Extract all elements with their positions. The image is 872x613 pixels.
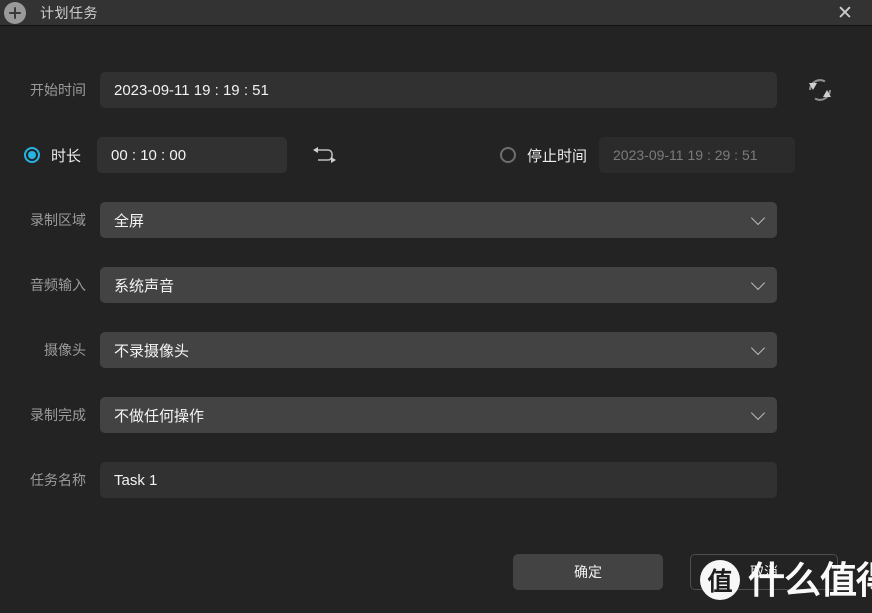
refresh-icon[interactable] <box>805 75 835 105</box>
audio-input-select[interactable]: 系统声音 <box>100 267 777 303</box>
plus-circle-icon[interactable] <box>4 1 26 24</box>
record-area-value: 全屏 <box>114 212 145 230</box>
after-record-label: 录制完成 <box>30 407 86 423</box>
stop-time-group: 停止时间 2023-09-11 19 : 29 : 51 <box>500 137 796 173</box>
duration-label: 时长 <box>51 147 82 165</box>
stop-time-label: 停止时间 <box>527 147 588 165</box>
record-area-select[interactable]: 全屏 <box>100 202 777 238</box>
camera-value: 不录摄像头 <box>114 342 190 360</box>
refresh-icon-svg <box>809 79 831 101</box>
title-bar: 计划任务 ✕ <box>0 0 872 26</box>
chevron-down-icon <box>750 405 766 421</box>
loop-icon-svg <box>313 147 337 163</box>
confirm-button[interactable]: 确定 <box>513 554 663 590</box>
audio-input-value: 系统声音 <box>114 277 175 295</box>
camera-row: 摄像头 不录摄像头 <box>0 332 872 368</box>
record-area-label: 录制区域 <box>30 212 86 228</box>
chevron-down-icon <box>750 340 766 356</box>
start-time-label: 开始时间 <box>30 82 86 98</box>
cancel-button[interactable]: 取消 <box>690 554 838 590</box>
after-record-select[interactable]: 不做任何操作 <box>100 397 777 433</box>
close-icon[interactable]: ✕ <box>828 0 862 26</box>
camera-select[interactable]: 不录摄像头 <box>100 332 777 368</box>
task-name-label: 任务名称 <box>30 472 86 488</box>
audio-input-label: 音频输入 <box>30 277 86 293</box>
task-name-input[interactable]: Task 1 <box>100 462 777 498</box>
duration-input[interactable]: 00 : 10 : 00 <box>97 137 288 173</box>
duration-radio[interactable] <box>24 147 40 163</box>
chevron-down-icon <box>750 210 766 226</box>
chevron-down-icon <box>750 275 766 291</box>
record-area-row: 录制区域 全屏 <box>0 202 872 238</box>
duration-row: 时长 00 : 10 : 00 停止时间 2023-09-11 19 : 29 … <box>0 137 872 173</box>
start-time-row: 开始时间 2023-09-11 19 : 19 : 51 <box>0 72 872 108</box>
start-time-input[interactable]: 2023-09-11 19 : 19 : 51 <box>100 72 777 108</box>
window-title: 计划任务 <box>40 4 98 21</box>
loop-icon[interactable] <box>309 143 339 167</box>
task-name-row: 任务名称 Task 1 <box>0 462 872 498</box>
after-record-value: 不做任何操作 <box>114 407 205 425</box>
stop-time-input[interactable]: 2023-09-11 19 : 29 : 51 <box>599 137 796 173</box>
stop-time-radio[interactable] <box>500 147 516 163</box>
after-record-row: 录制完成 不做任何操作 <box>0 397 872 433</box>
audio-input-row: 音频输入 系统声音 <box>0 267 872 303</box>
camera-label: 摄像头 <box>44 342 86 358</box>
